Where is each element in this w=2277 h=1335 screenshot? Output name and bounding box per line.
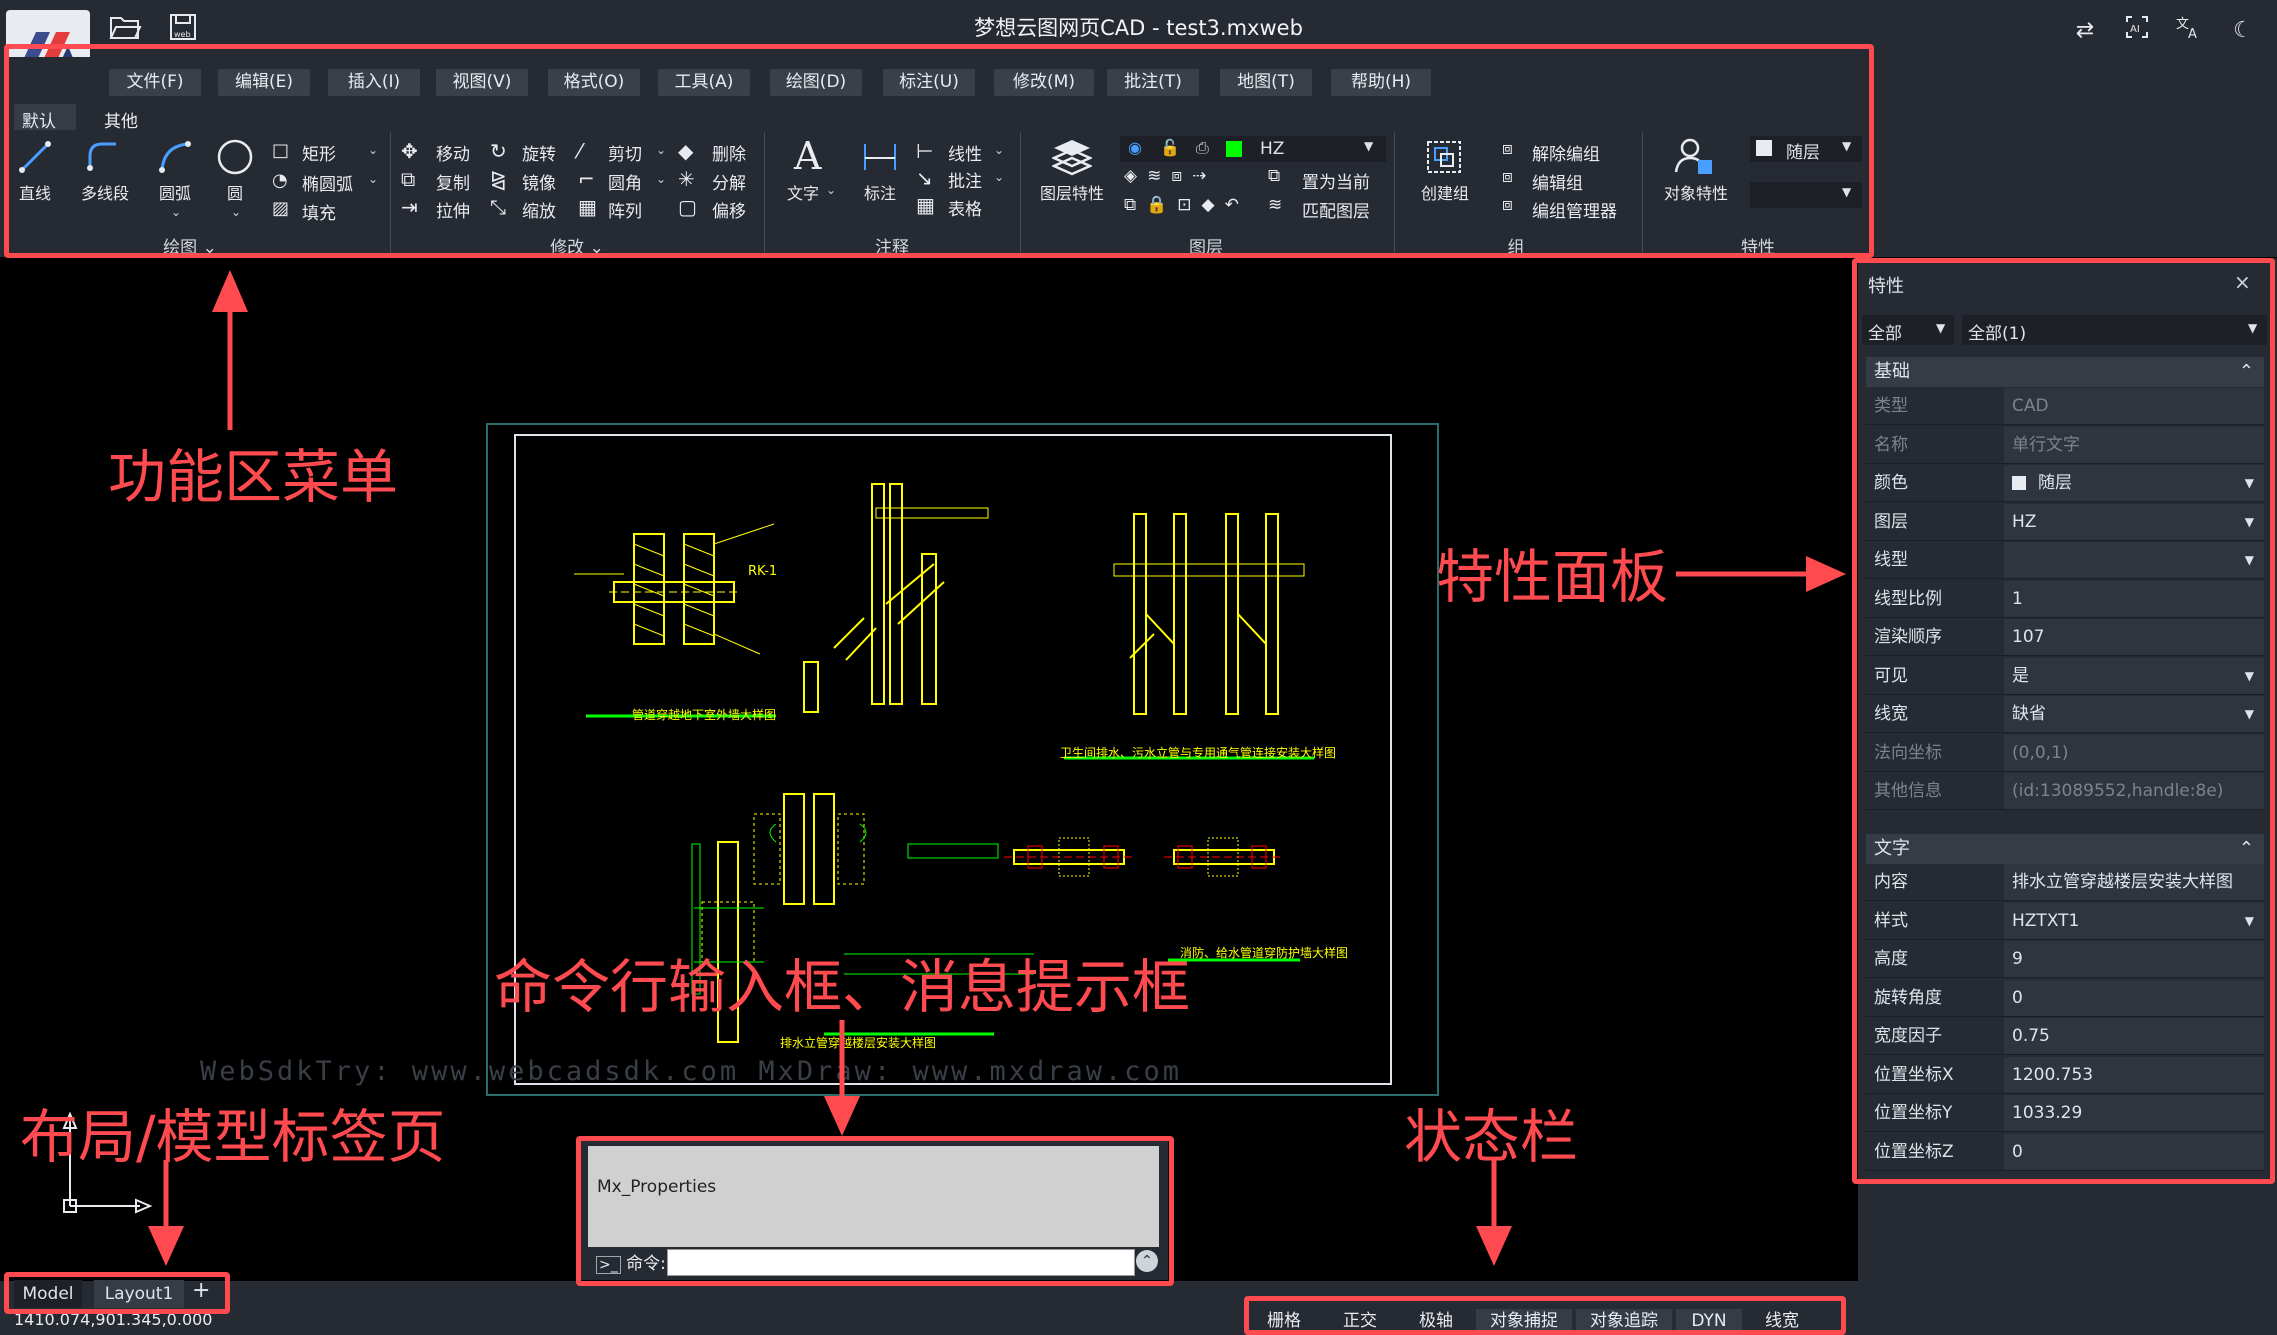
- svg-text:AI: AI: [2130, 24, 2140, 35]
- annotation-properties: 特性面板: [1436, 543, 1669, 611]
- translate-icon[interactable]: 文A: [2172, 14, 2206, 48]
- highlight-properties: [1852, 258, 2275, 1184]
- drawing-title-4: 消防、给水管道穿防护墙大样图: [1180, 946, 1349, 960]
- highlight-ribbon: [4, 44, 1874, 258]
- annotation-status: 状态栏: [1404, 1103, 1579, 1171]
- bottom-bar: [0, 1281, 2277, 1335]
- drawing-note-rk: RK-1: [748, 564, 778, 579]
- window-title: 梦想云图网页CAD - test3.mxweb: [974, 16, 1303, 40]
- highlight-command: [576, 1136, 1174, 1286]
- drawing-title-3: 排水立管穿越楼层安装大样图: [780, 1036, 937, 1050]
- cad-app: web 梦想云图网页CAD - test3.mxweb ⇄ AI 文A ☾ 文件…: [0, 0, 2277, 1335]
- annotation-layout: 布局/模型标签页: [20, 1103, 446, 1171]
- ai-icon[interactable]: AI: [2120, 14, 2154, 48]
- drawing-title-1: 管道穿越地下室外墙大样图: [632, 708, 777, 722]
- drawing-title-2: 卫生间排水、污水立管与专用通气管连接安装大样图: [1060, 746, 1337, 760]
- highlight-layout-tabs: [4, 1272, 230, 1314]
- svg-text:A: A: [2188, 27, 2197, 40]
- swap-icon[interactable]: ⇄: [2068, 14, 2102, 48]
- watermark: WebSdkTry: www.webcadsdk.com MxDraw: www…: [200, 1056, 1183, 1087]
- annotation-ribbon: 功能区菜单: [108, 443, 399, 511]
- highlight-status-bar: [1244, 1296, 1846, 1335]
- moon-icon[interactable]: ☾: [2226, 14, 2260, 48]
- annotation-command: 命令行输入框、消息提示框: [494, 953, 1191, 1021]
